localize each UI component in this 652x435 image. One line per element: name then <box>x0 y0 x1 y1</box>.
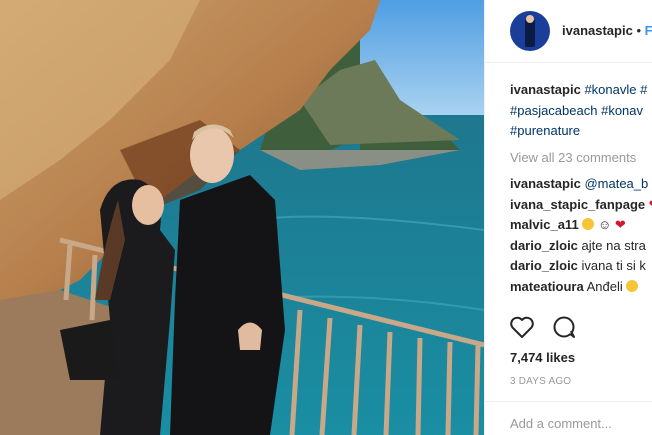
caption-line-3: #purenature <box>510 121 652 142</box>
caption-username[interactable]: ivanastapic <box>510 82 581 97</box>
comment-username[interactable]: mateatioura <box>510 279 584 294</box>
comment-row: malvic_a11 ☺ ❤ <box>510 215 652 236</box>
smile-emoji-icon <box>626 279 639 292</box>
comment-text: ivana ti si k <box>581 258 646 273</box>
comment-text: ajte na stra <box>581 237 646 253</box>
heart-outline-icon[interactable] <box>509 315 535 339</box>
likes-count[interactable]: 7,474 likes <box>510 350 575 365</box>
comment-username[interactable]: ivanastapic <box>510 176 581 191</box>
view-all-comments-link[interactable]: View all 23 comments <box>510 148 652 169</box>
add-comment-input[interactable]: Add a comment... <box>510 416 612 431</box>
header-username[interactable]: ivanastapic <box>562 23 633 38</box>
hashtag-pasjacabeach[interactable]: #pasjacabeach <box>510 103 597 118</box>
header-username-row: ivanastapic • F <box>562 23 652 38</box>
comment-username[interactable]: dario_zloic <box>510 258 578 273</box>
hashtag-konavle[interactable]: #konavle <box>584 82 636 97</box>
hashtag-purenature[interactable]: #purenature <box>510 123 580 138</box>
caption-line-1: ivanastapic #konavle # <box>510 80 652 101</box>
photo-illustration <box>0 0 484 435</box>
comment-row: mateatioura Anđeli <box>510 277 652 298</box>
comment-username[interactable]: dario_zloic <box>510 238 578 253</box>
comment-row: dario_zloic ajte na stra <box>510 236 652 257</box>
heart-emoji-icon: ❤ <box>614 217 626 232</box>
comment-row: ivana_stapic_fanpage ❤ <box>510 195 652 216</box>
post-actions <box>509 315 649 341</box>
post-timestamp: 3 DAYS AGO <box>510 376 572 387</box>
caption-line-2: #pasjacabeach #konav <box>510 101 652 122</box>
follow-button[interactable]: F <box>645 23 652 38</box>
post-photo[interactable] <box>0 0 484 435</box>
avatar-head <box>526 15 534 23</box>
hashtag-truncated[interactable]: # <box>640 82 647 97</box>
comment-bubble-icon[interactable] <box>551 315 577 339</box>
profile-avatar[interactable] <box>510 11 550 51</box>
comment-row: ivanastapic @matea_b <box>510 174 652 195</box>
comments-section: ivanastapic #konavle # #pasjacabeach #ko… <box>510 80 652 297</box>
comment-username[interactable]: ivana_stapic_fanpage <box>510 197 645 212</box>
comment-username[interactable]: malvic_a11 <box>510 217 579 232</box>
comment-row: dario_zloic ivana ti si k <box>510 256 652 277</box>
comment-text: Anđeli <box>586 278 623 294</box>
add-comment-bar: Add a comment... <box>485 401 652 435</box>
post-header: ivanastapic • F <box>485 0 652 63</box>
comment-text: ☺ <box>597 217 612 232</box>
smile-emoji-icon <box>582 218 595 230</box>
hashtag-konav[interactable]: #konav <box>601 103 643 118</box>
comment-text: @matea_b <box>584 176 649 191</box>
header-separator: • <box>636 23 642 38</box>
post-side-panel: ivanastapic • F ivanastapic #konavle # #… <box>484 0 652 435</box>
